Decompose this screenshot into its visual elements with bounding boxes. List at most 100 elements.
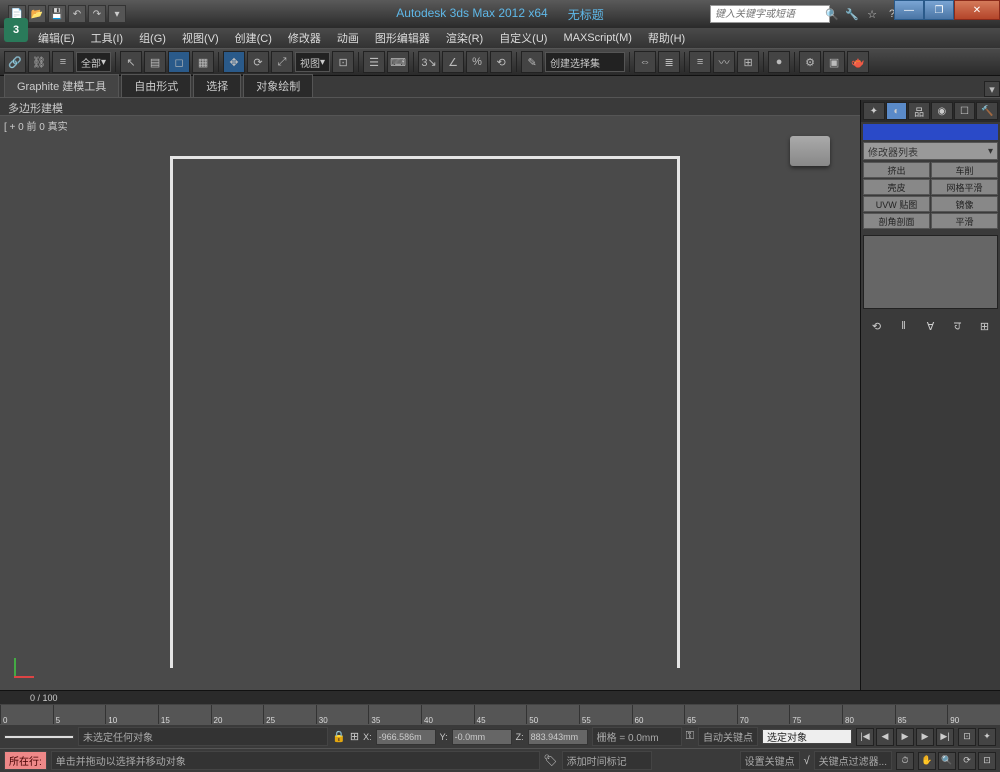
render-icon[interactable]: 🫖 (847, 51, 869, 73)
display-tab-icon[interactable]: ☐ (954, 102, 976, 120)
modifier-stack[interactable] (863, 235, 998, 309)
scale-icon[interactable]: ⤢ (271, 51, 293, 73)
unlink-icon[interactable]: ⛓ (28, 51, 50, 73)
close-button[interactable]: ✕ (954, 0, 1000, 20)
set-key-button[interactable]: 设置关键点 (740, 751, 800, 770)
menu-group[interactable]: 组(G) (131, 28, 174, 48)
mirror-icon[interactable]: ⇔ (634, 51, 656, 73)
save-icon[interactable]: 💾 (48, 5, 66, 23)
object-color-swatch[interactable] (863, 124, 998, 140)
play-icon[interactable]: ▶ (896, 728, 914, 746)
render-setup-icon[interactable]: ⚙ (799, 51, 821, 73)
z-input[interactable] (528, 729, 588, 745)
spinner-snap-icon[interactable]: ⟲ (490, 51, 512, 73)
menu-animation[interactable]: 动画 (329, 28, 367, 48)
ref-coord-dropdown[interactable]: 视图 ▾ (295, 52, 330, 72)
percent-snap-icon[interactable]: % (466, 51, 488, 73)
menu-rendering[interactable]: 渲染(R) (438, 28, 491, 48)
render-frame-icon[interactable]: ▣ (823, 51, 845, 73)
app-logo[interactable]: 3 (4, 18, 28, 42)
menu-create[interactable]: 创建(C) (227, 28, 280, 48)
help-search-input[interactable] (710, 5, 830, 23)
max-toggle-icon[interactable]: ⊡ (978, 752, 996, 770)
star-icon[interactable]: ☆ (864, 6, 880, 22)
time-range-display[interactable]: 0 / 100 (0, 691, 1000, 705)
maximize-button[interactable]: ❐ (924, 0, 954, 20)
shell-button[interactable]: 壳皮 (863, 179, 930, 195)
open-icon[interactable]: 📂 (28, 5, 46, 23)
edit-named-sel-icon[interactable]: ✎ (521, 51, 543, 73)
key-mode-icon[interactable]: √ (804, 755, 810, 767)
isolate-icon[interactable]: ⊡ (958, 728, 976, 746)
layers-icon[interactable]: ≡ (689, 51, 711, 73)
modify-tab-icon[interactable]: ◐ (886, 102, 908, 120)
script-mini-listener[interactable] (4, 735, 74, 739)
manipulate-icon[interactable]: ☰ (363, 51, 385, 73)
redo-icon[interactable]: ↷ (88, 5, 106, 23)
transform-type-icon[interactable]: ⊞ (350, 730, 359, 743)
remove-icon[interactable]: ਹ (949, 319, 967, 333)
material-editor-icon[interactable]: ● (768, 51, 790, 73)
select-name-icon[interactable]: ▤ (144, 51, 166, 73)
scene-object-rectangle[interactable] (170, 156, 680, 668)
qat-dropdown-icon[interactable]: ▾ (108, 5, 126, 23)
key-icon[interactable]: 🔧 (844, 6, 860, 22)
make-unique-icon[interactable]: ∀ (922, 319, 940, 333)
search-icon[interactable]: 🔍 (824, 6, 840, 22)
motion-tab-icon[interactable]: ◉ (931, 102, 953, 120)
curve-editor-icon[interactable]: 〰 (713, 51, 735, 73)
ribbon-subpanel[interactable]: 多边形建模 (0, 98, 1000, 116)
menu-modifiers[interactable]: 修改器 (280, 28, 329, 48)
uvwmap-button[interactable]: UVW 贴图 (863, 196, 930, 212)
menu-tools[interactable]: 工具(I) (83, 28, 131, 48)
nav-icon[interactable]: ✦ (978, 728, 996, 746)
selection-filter[interactable]: 全部 ▾ (76, 52, 111, 72)
link-icon[interactable]: 🔗 (4, 51, 26, 73)
tab-graphite[interactable]: Graphite 建模工具 (4, 74, 119, 97)
menu-help[interactable]: 帮助(H) (640, 28, 693, 48)
tab-object-paint[interactable]: 对象绘制 (243, 74, 313, 97)
key-icon2[interactable]: ⚿ (686, 730, 694, 743)
selected-obj-dropdown[interactable]: 选定对象 (762, 729, 852, 744)
move-icon[interactable]: ✥ (223, 51, 245, 73)
named-selection-dropdown[interactable]: 创建选择集 (545, 52, 625, 72)
snap-toggle-icon[interactable]: 3↘ (418, 51, 440, 73)
viewport-label[interactable]: [ + 0 前 0 真实 (4, 118, 68, 133)
hierarchy-tab-icon[interactable]: 品 (908, 102, 930, 120)
zoom-icon[interactable]: 🔍 (938, 752, 956, 770)
mirror-button[interactable]: 镜像 (931, 196, 998, 212)
angle-snap-icon[interactable]: ∠ (442, 51, 464, 73)
menu-graph-editors[interactable]: 图形编辑器 (367, 28, 438, 48)
pin-stack-icon[interactable]: ⟲ (868, 319, 886, 333)
keyboard-shortcut-icon[interactable]: ⌨ (387, 51, 409, 73)
time-ruler[interactable]: 051015202530354045505560657075808590 (0, 705, 1000, 725)
menu-maxscript[interactable]: MAXScript(M) (555, 30, 639, 46)
pivot-icon[interactable]: ⊡ (332, 51, 354, 73)
key-filters-button[interactable]: 关键点过滤器... (814, 751, 892, 770)
time-tag-icon[interactable]: 🏷 (544, 754, 558, 767)
modifier-list-dropdown[interactable]: 修改器列表 ▾ (863, 142, 998, 160)
lock-icon[interactable]: 🔒 (332, 730, 346, 743)
goto-end-icon[interactable]: ▶| (936, 728, 954, 746)
schematic-icon[interactable]: ⊞ (737, 51, 759, 73)
extrude-button[interactable]: 挤出 (863, 162, 930, 178)
prev-frame-icon[interactable]: ◀ (876, 728, 894, 746)
chamfer-button[interactable]: 剖角剖面 (863, 213, 930, 229)
smooth-button[interactable]: 平滑 (931, 213, 998, 229)
menu-edit[interactable]: 编辑(E) (30, 28, 83, 48)
ribbon-collapse-icon[interactable]: ▾ (984, 81, 1000, 97)
goto-start-icon[interactable]: |◀ (856, 728, 874, 746)
next-frame-icon[interactable]: ▶ (916, 728, 934, 746)
bind-icon[interactable]: ≡ (52, 51, 74, 73)
rotate-icon[interactable]: ⟳ (247, 51, 269, 73)
add-time-tag-button[interactable]: 添加时间标记 (562, 751, 652, 770)
auto-key-button[interactable]: 自动关键点 (698, 727, 758, 746)
y-input[interactable] (452, 729, 512, 745)
meshsmooth-button[interactable]: 网格平滑 (931, 179, 998, 195)
menu-views[interactable]: 视图(V) (174, 28, 227, 48)
viewport[interactable]: [ + 0 前 0 真实 (0, 116, 860, 690)
undo-icon[interactable]: ↶ (68, 5, 86, 23)
create-tab-icon[interactable]: ✦ (863, 102, 885, 120)
menu-customize[interactable]: 自定义(U) (491, 28, 555, 48)
viewcube[interactable] (790, 136, 830, 166)
